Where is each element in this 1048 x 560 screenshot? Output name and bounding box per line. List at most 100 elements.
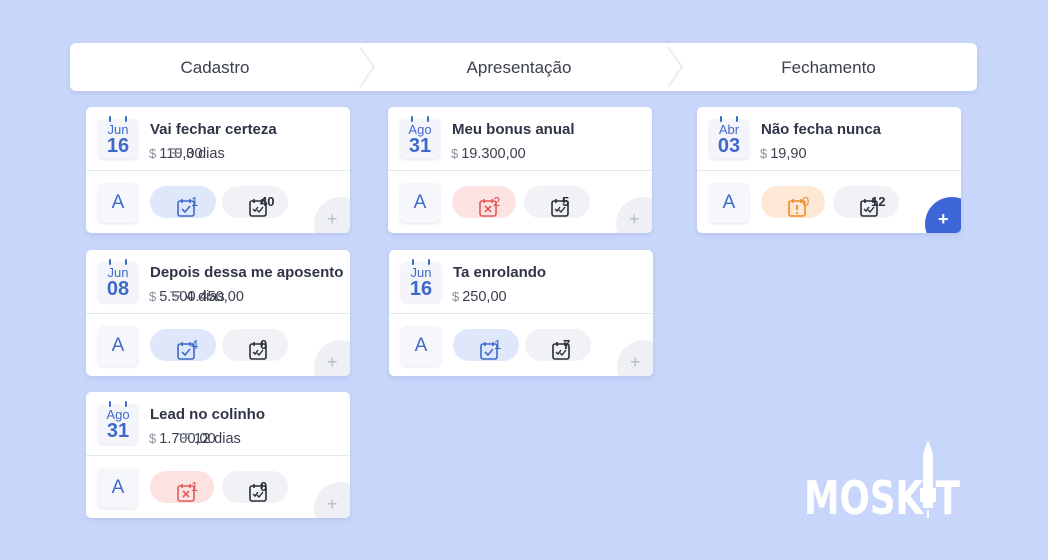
tasks-done-badge[interactable]: 0 — [222, 471, 288, 503]
tasks-done-count: 5 — [562, 194, 570, 209]
add-activity-button[interactable]: + — [925, 197, 961, 233]
deal-card[interactable]: Ago 31 Meu bonus anual $19.300,00 4 dias… — [388, 107, 652, 233]
calendar-pin-icon — [125, 401, 127, 407]
currency-symbol: $ — [451, 146, 459, 161]
deal-title[interactable]: Vai fechar certeza — [150, 121, 277, 138]
currency-symbol: $ — [149, 289, 157, 304]
avatar[interactable]: A — [401, 326, 441, 366]
tasks-done-badge[interactable]: 40 — [222, 186, 288, 218]
avatar[interactable]: A — [98, 326, 138, 366]
deal-date: Jun 16 — [401, 259, 441, 302]
deal-value: $19.300,00 — [451, 146, 526, 162]
deal-days: 3 dias — [186, 146, 225, 162]
deal-card[interactable]: Jun 16 Vai fechar certeza $110,00 3 dias… — [86, 107, 350, 233]
deal-date-day: 16 — [106, 135, 130, 157]
calendar-pin-icon — [109, 116, 111, 122]
deal-days-in-stage: 12 dias — [178, 431, 241, 447]
tasks-pending-count: 2 — [493, 194, 501, 209]
pipeline-stage-bar: Cadastro Apresentação Fechamento — [70, 43, 977, 91]
stage-cadastro[interactable]: Cadastro — [70, 43, 360, 91]
svg-text:MOSK T: MOSK T — [804, 471, 960, 520]
deal-card[interactable]: Jun 16 Ta enrolando $250,00 18 dias A 1 … — [389, 250, 653, 376]
tasks-pending-count: 1 — [191, 479, 199, 494]
deal-days: 12 dias — [194, 431, 241, 447]
add-activity-button[interactable]: + — [314, 340, 350, 376]
avatar[interactable]: A — [98, 468, 138, 508]
calendar-pin-icon — [125, 116, 127, 122]
deal-value: $250,00 — [452, 289, 507, 305]
add-activity-button[interactable]: + — [314, 482, 350, 518]
currency-symbol: $ — [149, 431, 157, 446]
deal-card[interactable]: Jun 08 Depois dessa me aposento $5.500.4… — [86, 250, 350, 376]
calendar-pin-icon — [412, 259, 414, 265]
avatar[interactable]: A — [709, 183, 749, 223]
calendar-pin-icon — [125, 259, 127, 265]
deal-card-header: Jun 08 Depois dessa me aposento $5.500.4… — [86, 250, 350, 314]
deal-date-day: 03 — [717, 135, 741, 157]
tasks-done-badge[interactable]: 12 — [833, 186, 899, 218]
deal-card[interactable]: Ago 31 Lead no colinho $1.700,00 12 dias… — [86, 392, 350, 518]
tasks-pending-badge[interactable]: 4 — [150, 329, 216, 361]
currency-symbol: $ — [452, 289, 460, 304]
calendar-pin-icon — [109, 401, 111, 407]
deal-date: Jun 08 — [98, 259, 138, 302]
tasks-done-badge[interactable]: 7 — [525, 329, 591, 361]
deal-title[interactable]: Depois dessa me aposento — [150, 264, 343, 281]
add-activity-button[interactable]: + — [314, 197, 350, 233]
add-activity-button[interactable]: + — [616, 197, 652, 233]
currency-symbol: $ — [760, 146, 768, 161]
avatar[interactable]: A — [400, 183, 440, 223]
plus-icon: + — [630, 352, 641, 372]
tasks-done-count: 0 — [260, 479, 268, 494]
tasks-pending-count: 1 — [191, 194, 199, 209]
deal-card-header: Abr 03 Não fecha nunca $19,90 38 dias — [697, 107, 961, 171]
deal-title[interactable]: Não fecha nunca — [761, 121, 881, 138]
stage-fechamento[interactable]: Fechamento — [680, 43, 977, 91]
tasks-pending-badge[interactable]: 0 — [761, 186, 825, 218]
calendar-pin-icon — [411, 116, 413, 122]
plus-icon: + — [327, 494, 338, 514]
filter-icon — [170, 289, 186, 305]
avatar[interactable]: A — [98, 183, 138, 223]
deal-date-day: 31 — [408, 135, 432, 157]
filter-icon — [170, 146, 186, 162]
deal-amount: 250,00 — [462, 289, 507, 305]
deal-days-in-stage: 3 dias — [170, 146, 225, 162]
deal-title[interactable]: Meu bonus anual — [452, 121, 575, 138]
deal-date: Abr 03 — [709, 116, 749, 159]
tasks-done-badge[interactable]: 5 — [524, 186, 590, 218]
deal-date-day: 16 — [409, 278, 433, 300]
calendar-pin-icon — [109, 259, 111, 265]
tasks-pending-count: 1 — [494, 337, 502, 352]
moskit-logo: MOSK T — [804, 440, 960, 520]
calendar-pin-icon — [720, 116, 722, 122]
plus-icon: + — [629, 209, 640, 229]
deal-card[interactable]: Abr 03 Não fecha nunca $19,90 38 dias A … — [697, 107, 961, 233]
plus-icon: + — [327, 209, 338, 229]
tasks-pending-badge[interactable]: 1 — [150, 471, 214, 503]
deal-card-header: Ago 31 Meu bonus anual $19.300,00 4 dias — [388, 107, 652, 171]
tasks-pending-badge[interactable]: 1 — [150, 186, 216, 218]
deal-title[interactable]: Lead no colinho — [150, 406, 265, 423]
deal-amount: 19.300,00 — [461, 146, 526, 162]
deal-days-in-stage: 4 dias — [170, 289, 225, 305]
stage-apresentacao[interactable]: Apresentação — [370, 43, 668, 91]
add-activity-button[interactable]: + — [617, 340, 653, 376]
tasks-pending-badge[interactable]: 1 — [453, 329, 519, 361]
tasks-done-count: 40 — [260, 194, 275, 209]
filter-icon — [178, 431, 194, 447]
tasks-done-count: 7 — [563, 337, 571, 352]
deal-date: Jun 16 — [98, 116, 138, 159]
tasks-pending-badge[interactable]: 2 — [452, 186, 516, 218]
calendar-pin-icon — [427, 116, 429, 122]
tasks-pending-count: 0 — [802, 194, 810, 209]
calendar-pin-icon — [736, 116, 738, 122]
calendar-pin-icon — [428, 259, 430, 265]
plus-icon: + — [327, 352, 338, 372]
tasks-done-count: 12 — [871, 194, 886, 209]
tasks-done-badge[interactable]: 0 — [222, 329, 288, 361]
tasks-done-count: 0 — [260, 337, 268, 352]
deal-title[interactable]: Ta enrolando — [453, 264, 546, 281]
plus-icon: + — [938, 209, 949, 229]
deal-amount: 19,90 — [770, 146, 807, 162]
